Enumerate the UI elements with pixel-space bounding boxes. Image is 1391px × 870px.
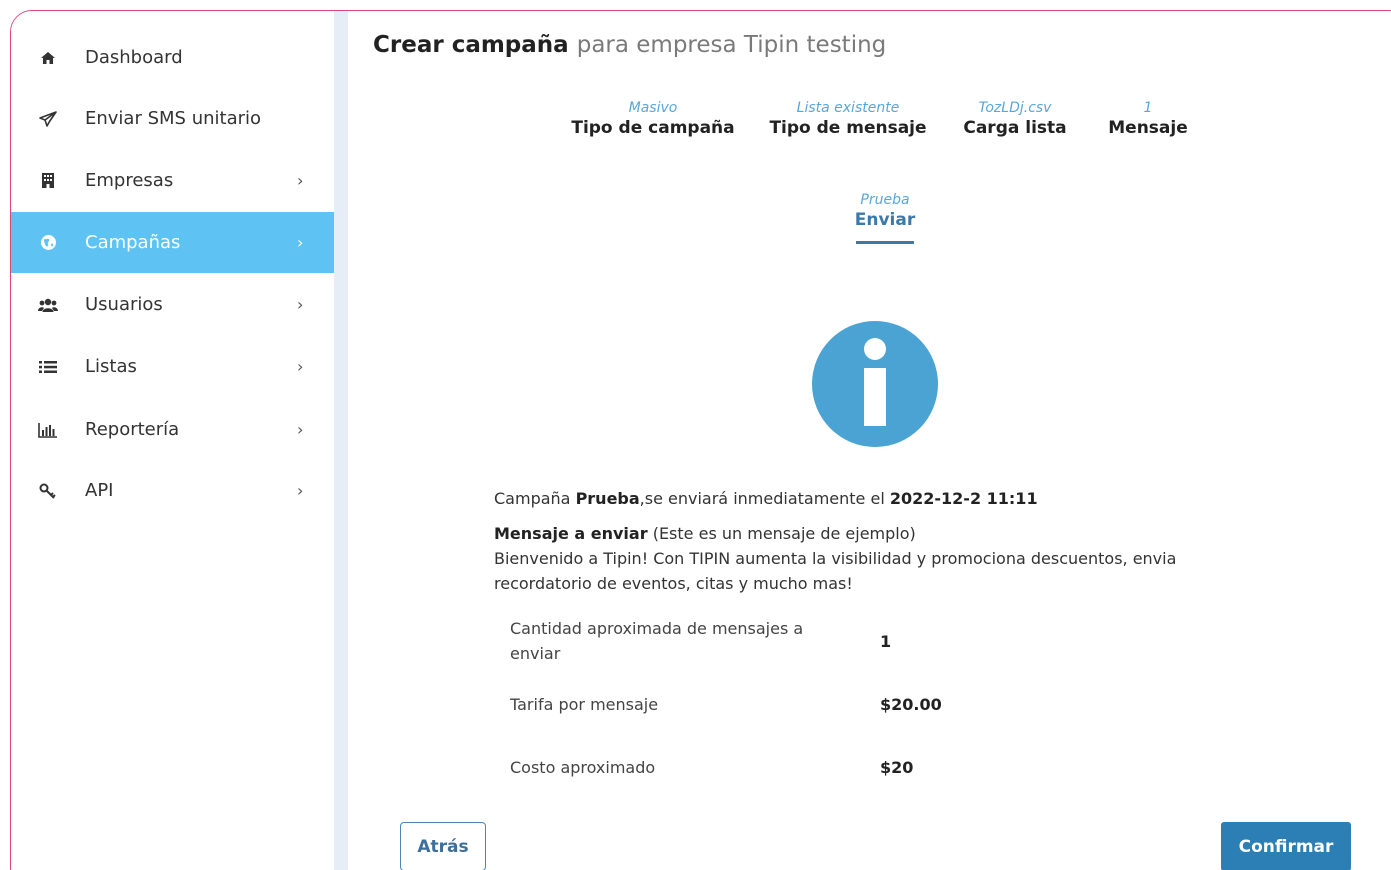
step-enviar[interactable]: Prueba Enviar (833, 192, 937, 230)
cost-label: Tarifa por mensaje (510, 695, 659, 714)
step-label: Enviar (854, 210, 916, 230)
message-note: (Este es un mensaje de ejemplo) (652, 524, 916, 543)
step-value: Masivo (628, 100, 678, 116)
globe-icon (38, 233, 58, 253)
step-label: Mensaje (1108, 118, 1188, 138)
chevron-right-icon: › (297, 233, 304, 252)
campaign-prefix: Campaña (494, 489, 571, 508)
step-value: 1 (1143, 100, 1153, 116)
home-icon (38, 48, 58, 68)
sidebar: Dashboard Enviar SMS unitario Empresas ›… (11, 11, 334, 870)
back-button[interactable]: Atrás (400, 822, 486, 870)
cost-value: 1 (880, 632, 892, 651)
message-heading-line: Mensaje a enviar (Este es un mensaje de … (494, 521, 1254, 546)
info-icon (812, 321, 938, 447)
step-tipo-mensaje[interactable]: Lista existente Tipo de mensaje (768, 100, 928, 138)
sidebar-item-api[interactable]: API › (11, 460, 334, 521)
cost-label: Costo aproximado (510, 758, 656, 777)
sidebar-item-enviar-sms[interactable]: Enviar SMS unitario (11, 88, 334, 149)
bar-chart-icon (38, 420, 58, 440)
sidebar-item-label: Listas (85, 356, 137, 377)
sidebar-item-label: Dashboard (85, 47, 183, 68)
cost-label: Cantidad aproximada de mensajes a enviar (510, 619, 804, 663)
sidebar-item-label: Campañas (85, 232, 181, 253)
key-icon (38, 481, 58, 501)
campaign-name: Prueba (575, 489, 640, 508)
step-tipo-campana[interactable]: Masivo Tipo de campaña (568, 100, 738, 138)
chevron-right-icon: › (297, 420, 304, 439)
step-label: Carga lista (963, 118, 1067, 138)
step-label: Tipo de mensaje (769, 118, 927, 138)
list-icon (38, 357, 58, 377)
chevron-right-icon: › (297, 357, 304, 376)
page-title: Crear campaña para empresa Tipin testing (373, 32, 886, 58)
sidebar-item-dashboard[interactable]: Dashboard (11, 27, 334, 88)
sidebar-item-campanas[interactable]: Campañas › (11, 212, 334, 273)
message-heading: Mensaje a enviar (494, 524, 648, 543)
message-body: Bienvenido a Tipin! Con TIPIN aumenta la… (494, 549, 1177, 593)
sidebar-item-label: Usuarios (85, 294, 163, 315)
chevron-right-icon: › (297, 295, 304, 314)
step-mensaje[interactable]: 1 Mensaje (1100, 100, 1196, 138)
paper-plane-icon (38, 109, 58, 129)
chevron-right-icon: › (297, 481, 304, 500)
users-icon (38, 295, 58, 315)
campaign-datetime: 2022-12-2 11:11 (889, 489, 1038, 508)
chevron-right-icon: › (297, 171, 304, 190)
confirm-button[interactable]: Confirmar (1221, 822, 1351, 870)
campaign-schedule-line: Campaña Prueba,se enviará inmediatamente… (494, 486, 1254, 511)
sidebar-item-label: Enviar SMS unitario (85, 108, 262, 129)
sidebar-item-reporteria[interactable]: Reportería › (11, 399, 334, 460)
sidebar-divider (334, 11, 348, 870)
sidebar-item-empresas[interactable]: Empresas › (11, 150, 334, 211)
app-frame: Dashboard Enviar SMS unitario Empresas ›… (10, 10, 1391, 870)
sidebar-item-label: Reportería (85, 419, 180, 440)
campaign-summary: Campaña Prueba,se enviará inmediatamente… (494, 486, 1254, 606)
step-value: TozLDj.csv (978, 100, 1052, 116)
step-carga-lista[interactable]: TozLDj.csv Carga lista (960, 100, 1070, 138)
step-value: Lista existente (796, 100, 900, 116)
campaign-schedule-text: ,se enviará inmediatamente el (639, 489, 885, 508)
cost-value: $20.00 (880, 695, 942, 714)
step-label: Tipo de campaña (571, 118, 735, 138)
step-value: Prueba (860, 192, 910, 208)
building-icon (38, 171, 58, 191)
sidebar-item-listas[interactable]: Listas › (11, 336, 334, 397)
active-step-indicator (856, 241, 914, 244)
cost-value: $20 (880, 758, 914, 777)
page-title-rest: para empresa Tipin testing (576, 32, 887, 58)
sidebar-item-label: Empresas (85, 170, 174, 191)
page-title-bold: Crear campaña (373, 32, 569, 58)
sidebar-item-usuarios[interactable]: Usuarios › (11, 274, 334, 335)
main-content: Crear campaña para empresa Tipin testing… (348, 11, 1391, 870)
sidebar-item-label: API (85, 480, 114, 501)
